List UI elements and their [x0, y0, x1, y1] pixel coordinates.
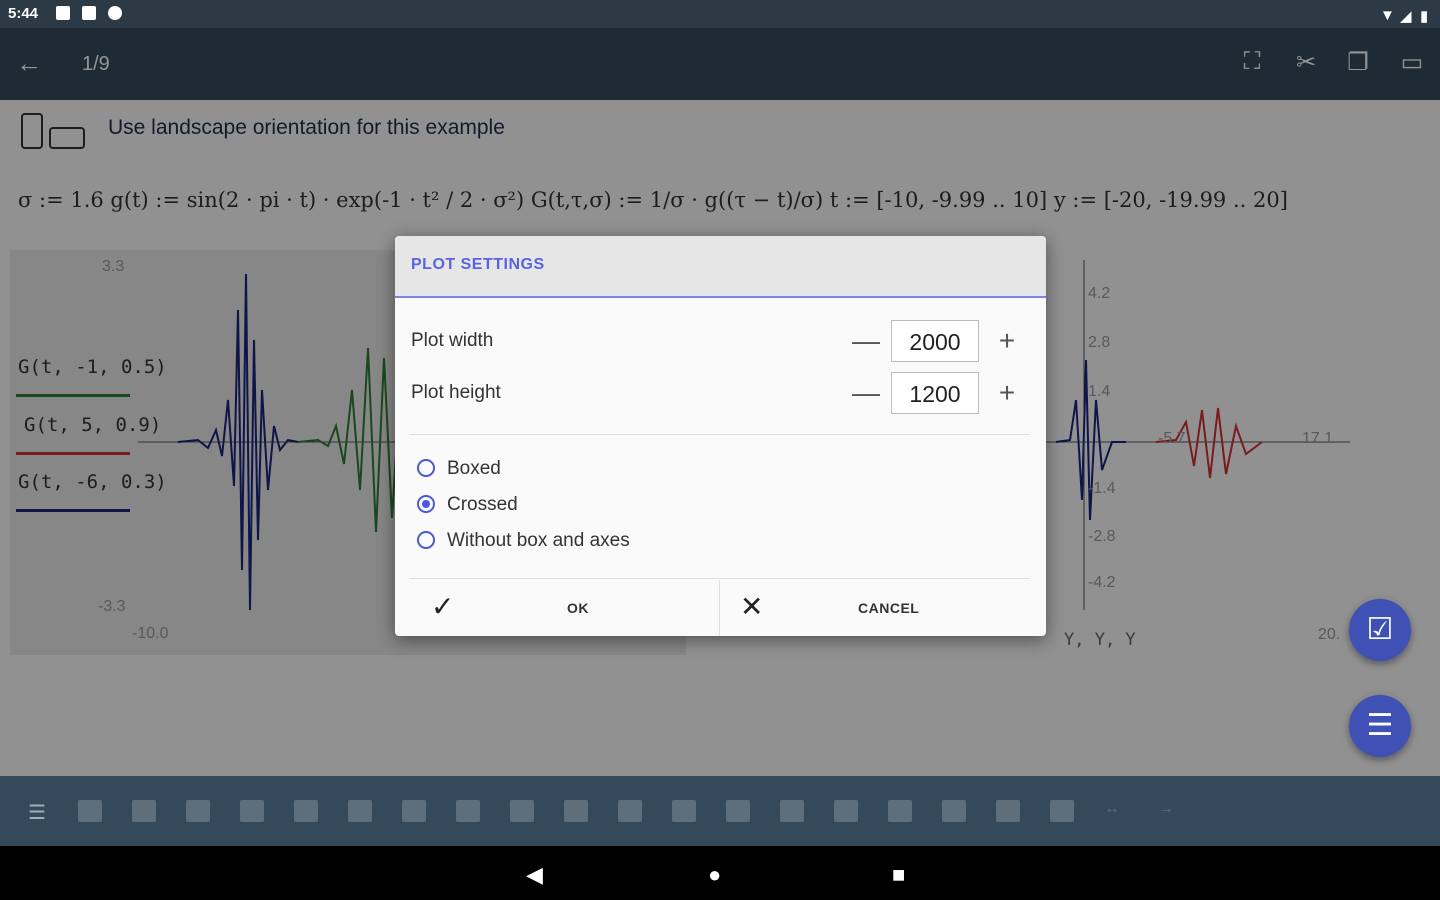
nav-recents-icon[interactable]: ■: [892, 862, 905, 888]
bracket-icon-10[interactable]: [834, 800, 858, 822]
plot-width-increment-button[interactable]: +: [992, 326, 1022, 356]
radio-label-without-box: Without box and axes: [447, 530, 630, 551]
matrix-icon[interactable]: [78, 800, 102, 822]
ok-button[interactable]: ✓ OK: [395, 580, 719, 636]
nav-home-icon[interactable]: ●: [708, 862, 721, 888]
plot-settings-dialog: PLOT SETTINGS Plot width — 2000 + Plot h…: [395, 236, 1046, 636]
dialog-title: PLOT SETTINGS: [411, 256, 545, 273]
dialog-divider: [409, 434, 1029, 435]
list-icon: ☰: [1366, 709, 1394, 742]
plot-height-increment-button[interactable]: +: [992, 378, 1022, 408]
bracket-icon-1[interactable]: [348, 800, 372, 822]
checkbox-icon: ☑: [1366, 613, 1394, 646]
grid-icon[interactable]: [186, 800, 210, 822]
plot-height-input[interactable]: 1200: [891, 372, 979, 414]
radio-button-crossed[interactable]: [417, 495, 435, 513]
sd-card-icon: [82, 6, 96, 20]
fab-list-button[interactable]: ☰: [1349, 695, 1411, 757]
radio-button-boxed[interactable]: [417, 459, 435, 477]
bracket-icon-8[interactable]: [726, 800, 750, 822]
bracket-icon-6[interactable]: [618, 800, 642, 822]
bracket-icon-7[interactable]: [672, 800, 696, 822]
image-icon[interactable]: [294, 800, 318, 822]
arrow-icon-1[interactable]: ↔: [1104, 800, 1128, 822]
list-format-icon[interactable]: ☰: [28, 800, 52, 824]
signal-icon: ◢: [1400, 8, 1412, 25]
ok-button-label: OK: [567, 600, 589, 616]
cancel-button[interactable]: ✕ CANCEL: [720, 580, 1046, 636]
bottom-toolbar: ☰ ↔ →: [0, 776, 1440, 846]
bracket-icon-12[interactable]: [942, 800, 966, 822]
arrow-icon-2[interactable]: →: [1158, 800, 1182, 822]
status-time: 5:44: [8, 5, 39, 22]
dialog-divider-bottom: [409, 578, 1029, 579]
notification-icon: [56, 6, 70, 20]
radio-label-boxed: Boxed: [447, 458, 501, 479]
plot-width-label: Plot width: [411, 330, 494, 351]
bracket-icon-5[interactable]: [564, 800, 588, 822]
plot-width-decrement-button[interactable]: —: [851, 326, 881, 356]
system-nav-bar: ◀ ● ■: [0, 846, 1440, 900]
plot-height-decrement-button[interactable]: —: [851, 378, 881, 408]
bracket-icon-13[interactable]: [996, 800, 1020, 822]
table-icon[interactable]: [240, 800, 264, 822]
status-bar: 5:44 ▼ ◢ ▮: [0, 0, 1440, 28]
battery-icon: ▮: [1420, 8, 1429, 25]
radio-button-without-box[interactable]: [417, 531, 435, 549]
settings-icon: [108, 6, 122, 20]
bracket-icon-2[interactable]: [402, 800, 426, 822]
wifi-icon: ▼: [1380, 7, 1395, 24]
bracket-icon-4[interactable]: [510, 800, 534, 822]
checkmark-icon: ✓: [431, 591, 455, 622]
bracket-icon-9[interactable]: [780, 800, 804, 822]
cancel-button-label: CANCEL: [858, 600, 920, 616]
fab-confirm-button[interactable]: ☑: [1349, 599, 1411, 661]
dialog-header: PLOT SETTINGS: [395, 236, 1046, 298]
bracket-icon-11[interactable]: [888, 800, 912, 822]
bracket-icon-14[interactable]: [1050, 800, 1074, 822]
plot-height-label: Plot height: [411, 382, 501, 403]
nav-back-icon[interactable]: ◀: [526, 862, 543, 888]
plot-width-input[interactable]: 2000: [891, 320, 979, 362]
bracket-icon-3[interactable]: [456, 800, 480, 822]
radio-label-crossed: Crossed: [447, 494, 518, 515]
close-icon: ✕: [740, 591, 764, 622]
matrix-icon-2[interactable]: [132, 800, 156, 822]
